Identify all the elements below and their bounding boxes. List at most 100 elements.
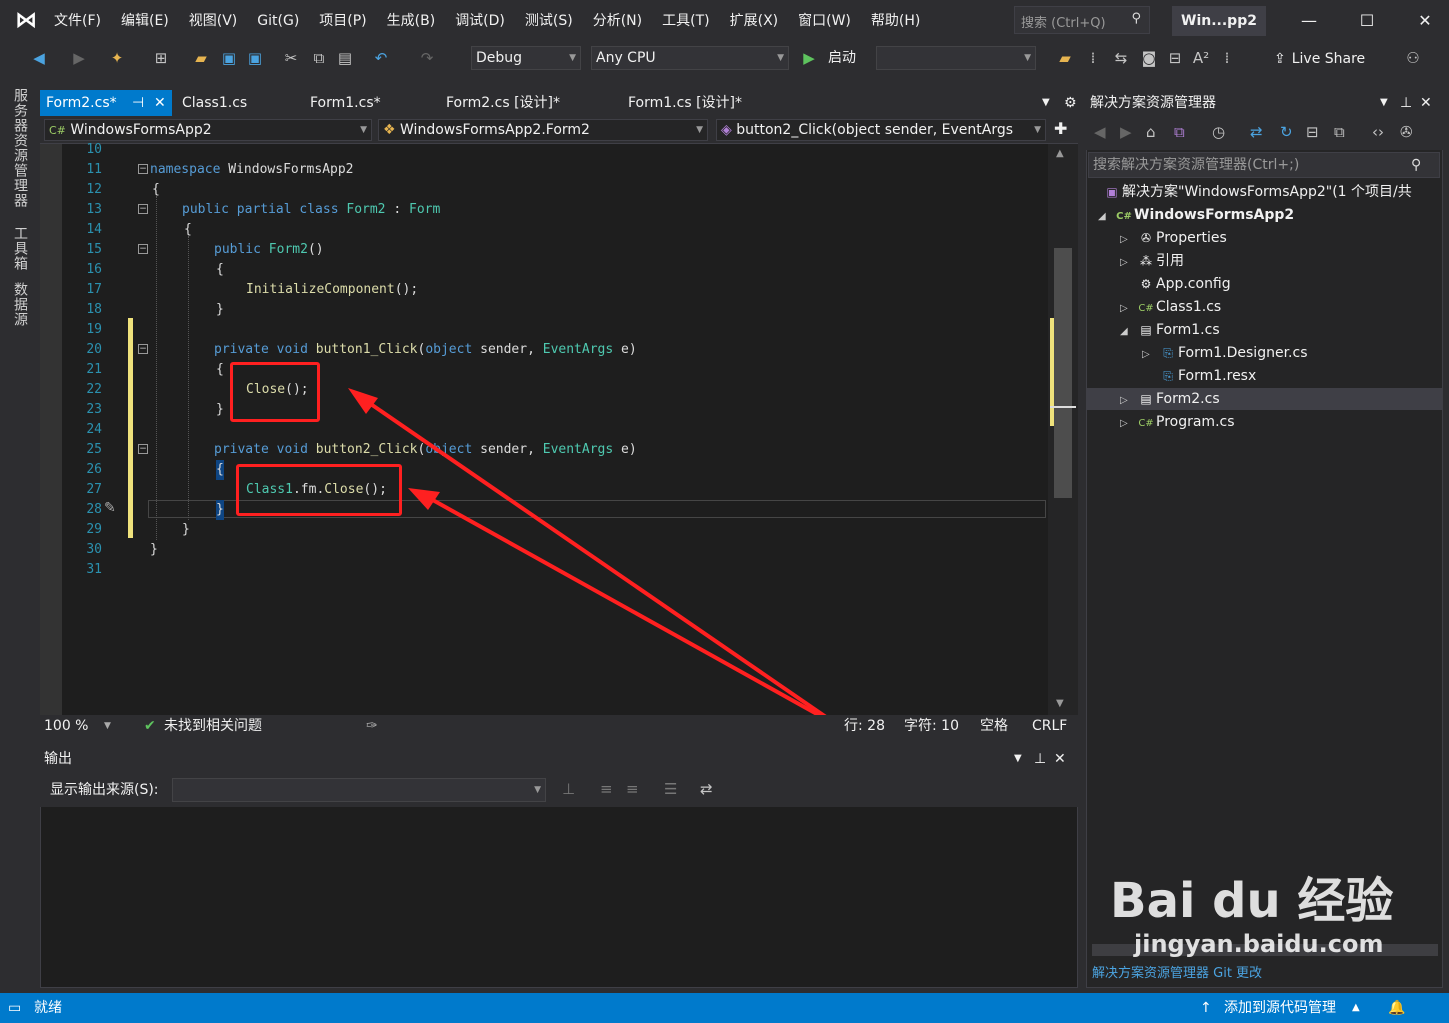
collapse-all-icon[interactable]: ⊟ [1306,121,1319,143]
notifications-bell-icon[interactable]: 🔔 [1388,993,1405,1023]
output-window-icon[interactable]: ▭ [8,993,21,1023]
scrollbar-caret-marker [1050,406,1076,408]
chevron-down-icon[interactable]: ▼ [104,715,111,737]
expanded-icon[interactable]: ◢ [1098,206,1114,228]
switch-views-icon[interactable]: ⧉ [1174,121,1185,143]
back-icon[interactable]: ◀ [1094,121,1106,143]
tree-item-app-config[interactable]: ⚙ App.config [1136,273,1231,295]
editor-status-bar: 100 % ▼ ✔ 未找到相关问题 ✑ 行: 28 字符: 10 空格 CRLF [40,715,1078,737]
output-source-label: 显示输出来源(S): [50,782,159,798]
solution-explorer-header: 解决方案资源管理器 ▼ ⊥ ✕ [1086,90,1443,116]
output-title: 输出 [44,751,72,767]
tree-label: 解决方案"WindowsFormsApp2"(1 个项目/共 [1122,184,1412,200]
close-icon[interactable]: ✕ [1054,745,1066,773]
scroll-up-icon[interactable]: ▲ [1056,148,1064,159]
tree-item-form1-designer[interactable]: ▷ ⎘ Form1.Designer.cs [1142,342,1308,364]
check-circle-icon: ✔ [144,718,156,734]
csharp-icon: C# [1138,303,1154,314]
pending-changes-icon[interactable]: ◷ [1212,121,1225,143]
csproj-icon: C# [1116,211,1132,222]
cursor-line: 行: 28 [844,718,885,734]
pin-icon[interactable]: ⊥ [1034,745,1046,773]
tree-item-references[interactable]: ▷ ⁂ 引用 [1120,250,1184,272]
collapsed-icon[interactable]: ▷ [1120,229,1136,251]
collapsed-icon[interactable]: ▷ [1142,344,1158,366]
chevron-down-icon[interactable]: ▼ [1014,745,1022,773]
find-message-icon[interactable]: ⊥ [562,778,575,800]
config-icon: ⚙ [1140,277,1152,291]
solution-search-input[interactable]: 搜索解决方案资源管理器(Ctrl+;) ⚲ [1088,152,1440,178]
view-code-icon[interactable]: ‹› [1372,121,1384,143]
tree-label: Form2.cs [1156,391,1220,407]
collapsed-icon[interactable]: ▷ [1120,413,1136,435]
designer-icon: ⎘ [1163,346,1173,360]
close-icon[interactable]: ✕ [1420,90,1432,116]
tree-item-form2[interactable]: ▷ ▤ Form2.cs [1120,388,1220,410]
arrowhead-icon [408,488,440,510]
baidu-watermark: Bai du 经验 jingyan.baidu.com [1110,872,1410,962]
word-wrap-icon[interactable]: ⇄ [700,778,713,800]
properties-wrench-icon[interactable]: ✇ [1400,121,1413,143]
add-source-control-button[interactable]: 添加到源代码管理 [1224,993,1336,1023]
tree-item-solution[interactable]: ▣ 解决方案"WindowsFormsApp2"(1 个项目/共 [1102,181,1412,203]
collapsed-icon[interactable]: ▷ [1120,298,1136,320]
form-icon: ▤ [1140,323,1152,337]
pin-icon[interactable]: ⊥ [1400,90,1412,116]
sync-icon[interactable]: ⇄ [1250,121,1263,143]
csharp-icon: C# [1138,418,1154,429]
references-icon: ⁂ [1140,254,1152,268]
expanded-icon[interactable]: ◢ [1120,321,1136,343]
tree-label: WindowsFormsApp2 [1134,207,1295,223]
tree-label: App.config [1156,276,1231,292]
chevron-down-icon[interactable]: ▼ [1380,90,1388,116]
collapsed-icon[interactable]: ▷ [1120,252,1136,274]
tree-item-form1[interactable]: ◢ ▤ Form1.cs [1120,319,1220,341]
tree-label: Form1.cs [1156,322,1220,338]
collapsed-icon[interactable]: ▷ [1120,390,1136,412]
search-icon: ⚲ [1411,157,1422,173]
tree-label: Class1.cs [1156,299,1222,315]
form-icon: ▤ [1140,392,1152,406]
scrollbar-thumb[interactable] [1054,248,1072,498]
line-ending[interactable]: CRLF [1032,715,1067,737]
forward-icon[interactable]: ▶ [1120,121,1132,143]
solution-icon: ▣ [1106,185,1118,199]
solution-explorer-tabs[interactable]: 解决方案资源管理器 Git 更改 [1086,962,1443,986]
tree-label: Form1.resx [1178,368,1257,384]
annotation-arrow [421,492,843,730]
tree-item-project[interactable]: ◢ C# WindowsFormsApp2 [1098,204,1294,226]
zoom-level[interactable]: 100 % [44,715,88,737]
tree-item-program[interactable]: ▷ C# Program.cs [1120,411,1235,433]
tree-label: Program.cs [1156,414,1235,430]
annotation-arrow [360,396,844,730]
issues-status[interactable]: 未找到相关问题 [164,715,262,737]
output-header: 输出 ▼ ⊥ ✕ [40,745,1078,773]
tree-item-form1-resx[interactable]: ⎘ Form1.resx [1158,365,1256,387]
indent-mode[interactable]: 空格 [980,715,1008,737]
chevron-up-icon[interactable]: ▲ [1352,993,1360,1023]
arrowhead-icon [348,388,378,414]
status-ready: 就绪 [34,1000,62,1016]
resx-icon: ⎘ [1163,369,1173,383]
watermark-brand: Bai du 经验 [1110,873,1394,929]
refresh-icon[interactable]: ↻ [1280,121,1293,143]
tree-label: Form1.Designer.cs [1178,345,1308,361]
scroll-down-icon[interactable]: ▼ [1056,698,1064,709]
wrench-icon: ✇ [1140,231,1152,245]
home-icon[interactable]: ⌂ [1146,121,1156,143]
brush-icon[interactable]: ✑ [366,715,378,737]
prev-message-icon[interactable]: ≡ [600,778,613,800]
tree-item-properties[interactable]: ▷ ✇ Properties [1120,227,1227,249]
chevron-down-icon: ▼ [534,785,541,795]
watermark-url: jingyan.baidu.com [1134,930,1384,958]
clear-all-icon[interactable]: ☰ [664,778,677,800]
show-all-files-icon[interactable]: ⧉ [1334,121,1345,143]
tree-item-class1[interactable]: ▷ C# Class1.cs [1120,296,1221,318]
solution-explorer-toolbar: ◀ ▶ ⌂ ⧉ ◷ ⇄ ↻ ⊟ ⧉ ‹› ✇ [1086,116,1443,150]
output-source-dropdown[interactable]: ▼ [172,778,546,802]
arrow-up-icon: ↑ [1200,1000,1212,1016]
cursor-char: 字符: 10 [904,718,959,734]
output-toolbar: 显示输出来源(S): ▼ ⊥ ≡ ≡ ☰ ⇄ [40,773,1078,807]
scrollbar-change-marker [1050,318,1054,426]
next-message-icon[interactable]: ≡ [626,778,639,800]
